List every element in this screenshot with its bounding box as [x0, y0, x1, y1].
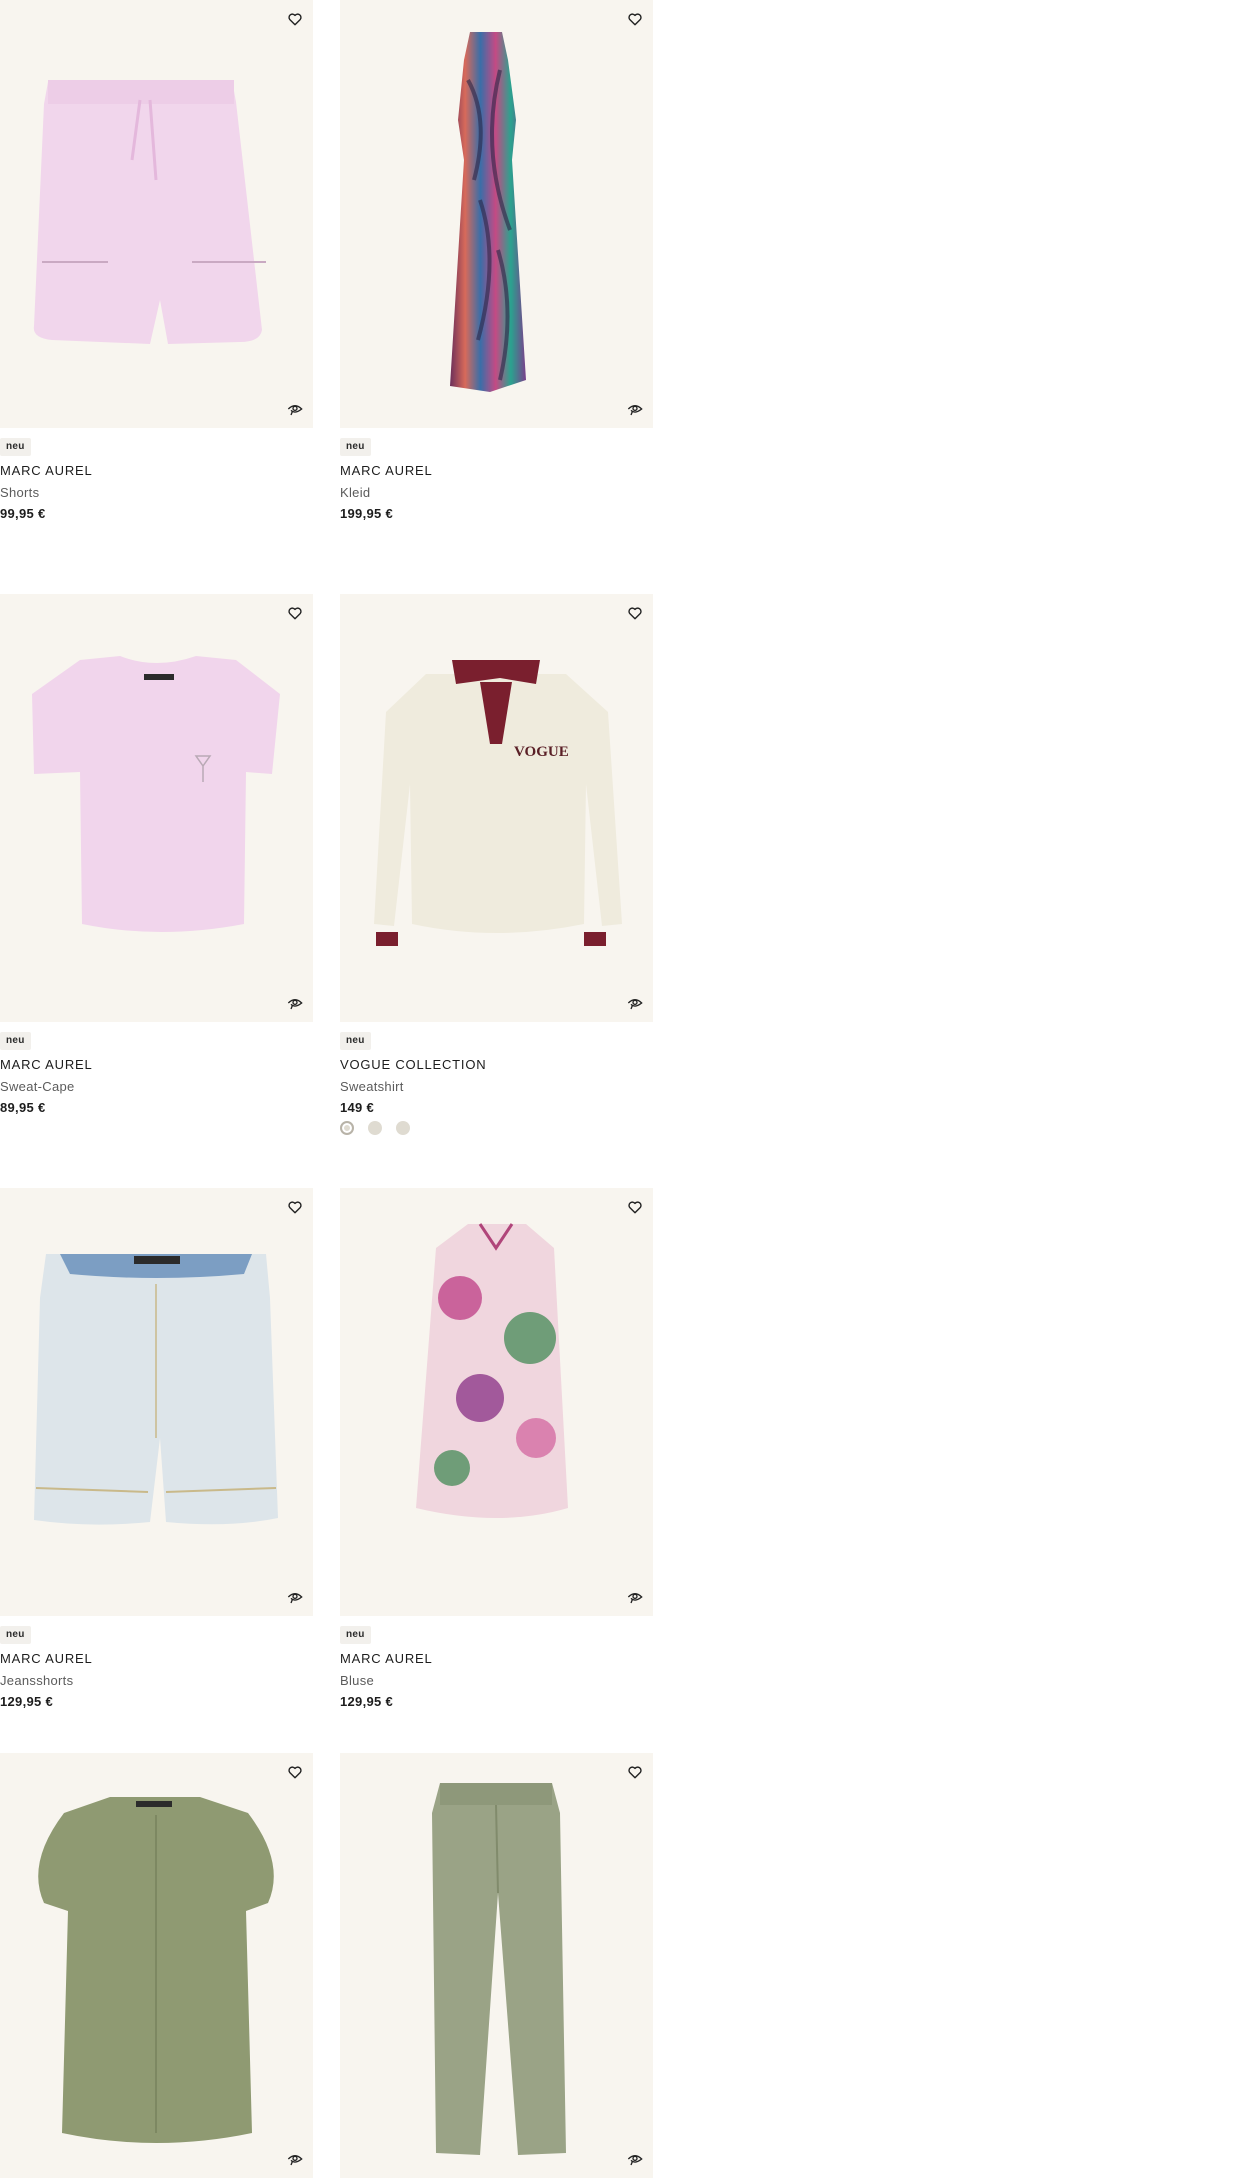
new-badge: neu	[340, 1032, 371, 1050]
product-image[interactable]	[0, 1188, 313, 1616]
product-type[interactable]: Bluse	[340, 1673, 374, 1688]
product-price: 89,95 €	[0, 1100, 46, 1115]
color-swatches	[340, 1121, 410, 1135]
wishlist-button[interactable]	[624, 602, 646, 624]
similar-items-button[interactable]	[284, 992, 306, 1014]
heart-icon	[628, 12, 642, 25]
sweatshirt-image: VOGUE	[374, 660, 622, 946]
ruffle-blouse-image	[38, 1797, 274, 2143]
product-price: 199,95 €	[340, 506, 394, 521]
color-swatch-selected[interactable]	[340, 1121, 354, 1135]
new-badge: neu	[0, 1032, 31, 1050]
wishlist-button[interactable]	[284, 8, 306, 30]
product-brand[interactable]: MARC AUREL	[0, 1651, 93, 1666]
heart-icon	[628, 606, 642, 619]
product-price: 129,95 €	[340, 1694, 394, 1709]
wishlist-button[interactable]	[624, 8, 646, 30]
color-swatch[interactable]	[368, 1121, 382, 1135]
similar-items-button[interactable]	[284, 1586, 306, 1608]
product-card[interactable]: VOGUE neu VOGUE COLLECTION Sweatshirt 14…	[340, 594, 653, 1135]
similar-items-button[interactable]	[284, 398, 306, 420]
heart-icon	[628, 1765, 642, 1778]
product-image[interactable]	[340, 1753, 653, 2178]
wishlist-button[interactable]	[284, 1761, 306, 1783]
product-image[interactable]	[0, 1753, 313, 2178]
product-image[interactable]	[0, 594, 313, 1022]
product-card[interactable]	[340, 1753, 653, 2178]
product-image[interactable]: VOGUE	[340, 594, 653, 1022]
new-badge: neu	[340, 1626, 371, 1644]
similar-items-button[interactable]	[624, 398, 646, 420]
similar-items-icon	[627, 2155, 643, 2166]
product-type[interactable]: Jeansshorts	[0, 1673, 73, 1688]
sweat-cape-image	[32, 656, 280, 932]
heart-icon	[288, 606, 302, 619]
new-badge: neu	[340, 438, 371, 456]
heart-icon	[288, 12, 302, 25]
heart-icon	[288, 1200, 302, 1213]
product-image[interactable]	[340, 0, 653, 428]
shorts-image	[33, 80, 266, 344]
product-card[interactable]: neu MARC AUREL Jeansshorts 129,95 €	[0, 1188, 313, 1709]
similar-items-button[interactable]	[624, 2148, 646, 2170]
product-brand[interactable]: VOGUE COLLECTION	[340, 1057, 486, 1072]
product-brand[interactable]: MARC AUREL	[0, 463, 93, 478]
product-image[interactable]	[340, 1188, 653, 1616]
similar-items-icon	[287, 1593, 303, 1604]
product-type[interactable]: Sweatshirt	[340, 1079, 404, 1094]
heart-icon	[288, 1765, 302, 1778]
heart-icon	[628, 1200, 642, 1213]
product-card[interactable]: neu MARC AUREL Sweat-Cape 89,95 €	[0, 594, 313, 1115]
product-brand[interactable]: MARC AUREL	[340, 1651, 433, 1666]
similar-items-icon	[627, 405, 643, 416]
vogue-print-text: VOGUE	[514, 744, 569, 760]
similar-items-icon	[287, 999, 303, 1010]
dress-image	[450, 32, 526, 392]
product-type[interactable]: Shorts	[0, 485, 39, 500]
wishlist-button[interactable]	[624, 1196, 646, 1218]
product-card[interactable]: neu MARC AUREL Kleid 199,95 €	[340, 0, 653, 521]
similar-items-button[interactable]	[624, 992, 646, 1014]
color-swatch[interactable]	[396, 1121, 410, 1135]
product-type[interactable]: Kleid	[340, 485, 370, 500]
product-card[interactable]	[0, 1753, 313, 2178]
product-image[interactable]	[0, 0, 313, 428]
trousers-image	[432, 1783, 566, 2155]
product-brand[interactable]: MARC AUREL	[340, 463, 433, 478]
wishlist-button[interactable]	[624, 1761, 646, 1783]
product-brand[interactable]: MARC AUREL	[0, 1057, 93, 1072]
product-card[interactable]: neu MARC AUREL Shorts 99,95 €	[0, 0, 313, 521]
product-price: 99,95 €	[0, 506, 46, 521]
jeansshorts-image	[34, 1254, 278, 1525]
similar-items-icon	[627, 999, 643, 1010]
product-card[interactable]: neu MARC AUREL Bluse 129,95 €	[340, 1188, 653, 1709]
blouse-image	[416, 1223, 568, 1518]
similar-items-icon	[287, 405, 303, 416]
similar-items-button[interactable]	[624, 1586, 646, 1608]
product-type[interactable]: Sweat-Cape	[0, 1079, 75, 1094]
similar-items-icon	[287, 2155, 303, 2166]
similar-items-icon	[627, 1593, 643, 1604]
wishlist-button[interactable]	[284, 602, 306, 624]
similar-items-button[interactable]	[284, 2148, 306, 2170]
new-badge: neu	[0, 1626, 31, 1644]
new-badge: neu	[0, 438, 31, 456]
wishlist-button[interactable]	[284, 1196, 306, 1218]
product-price: 129,95 €	[0, 1694, 54, 1709]
product-price: 149 €	[340, 1100, 375, 1115]
